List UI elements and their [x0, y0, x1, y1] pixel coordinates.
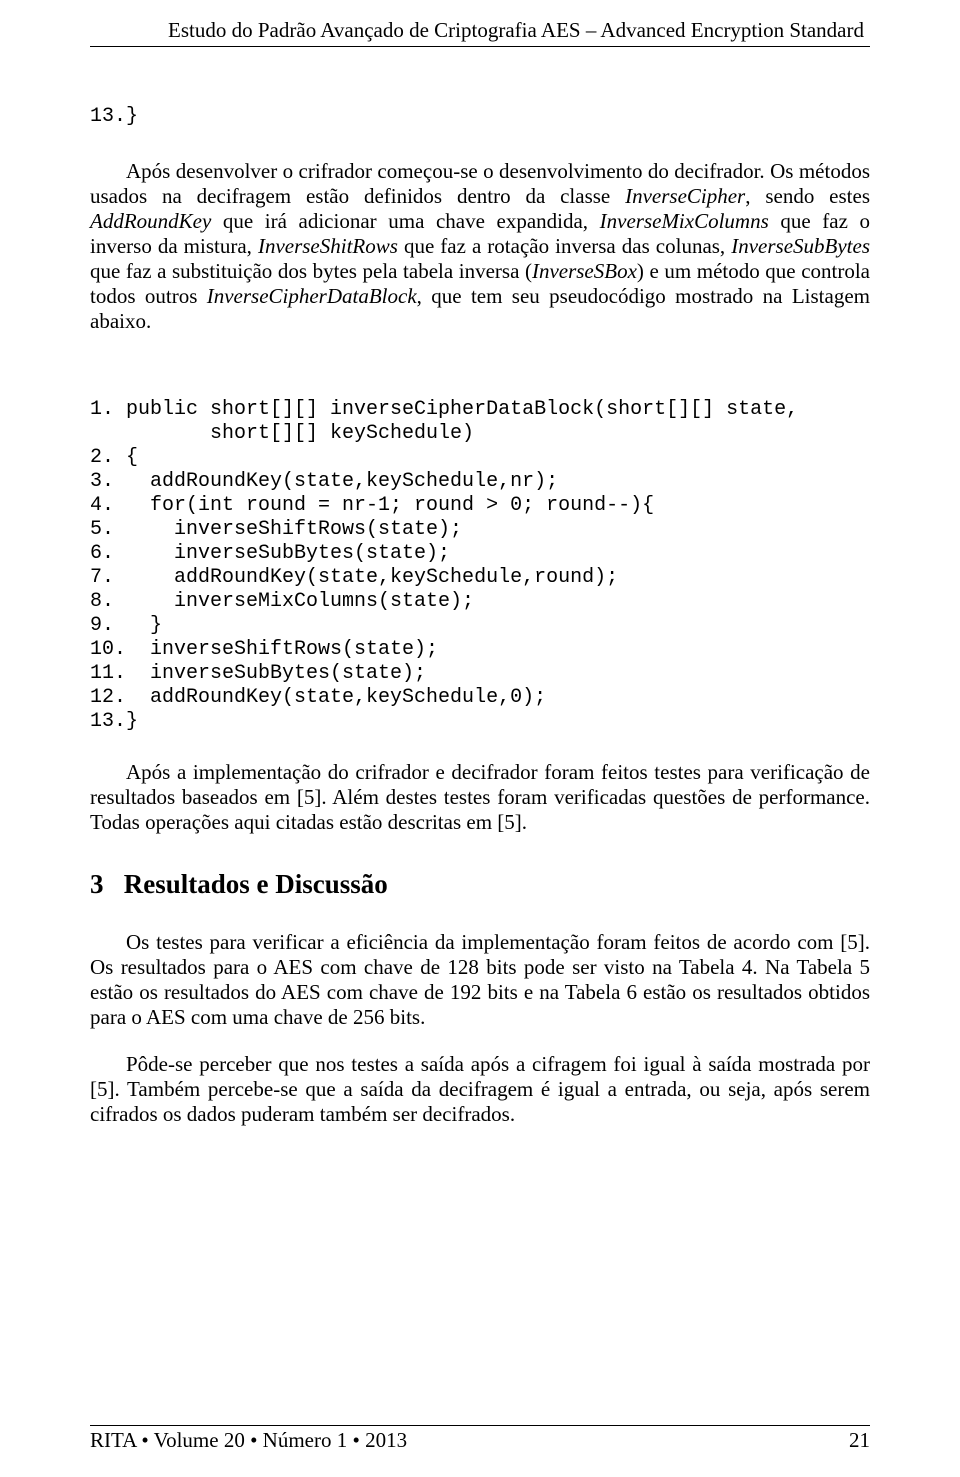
code-line: 5. inverseShiftRows(state);	[90, 518, 870, 542]
code-line: 3. addRoundKey(state,keySchedule,nr);	[90, 470, 870, 494]
code-line: 13.}	[90, 710, 870, 734]
code-line: 11. inverseSubBytes(state);	[90, 662, 870, 686]
code-line: 1. public short[][] inverseCipherDataBlo…	[90, 398, 870, 422]
code-line: 7. addRoundKey(state,keySchedule,round);	[90, 566, 870, 590]
footer-page-number: 21	[849, 1428, 870, 1453]
paragraph-1: Após desenvolver o crifrador começou-se …	[90, 159, 870, 334]
code-line: 8. inverseMixColumns(state);	[90, 590, 870, 614]
paragraph-4: Pôde-se perceber que nos testes a saída …	[90, 1052, 870, 1127]
code-line: 10. inverseShiftRows(state);	[90, 638, 870, 662]
paragraph-2: Após a implementação do crifrador e deci…	[90, 760, 870, 835]
code-line: short[][] keySchedule)	[90, 422, 870, 446]
code-line: 2. {	[90, 446, 870, 470]
code-line: 6. inverseSubBytes(state);	[90, 542, 870, 566]
running-header: Estudo do Padrão Avançado de Criptografi…	[90, 18, 870, 47]
page: Estudo do Padrão Avançado de Criptografi…	[0, 0, 960, 1477]
section-title: Resultados e Discussão	[124, 869, 388, 899]
code-fragment-prev: 13.}	[90, 105, 870, 129]
page-footer: RITA • Volume 20 • Número 1 • 2013 21	[90, 1425, 870, 1453]
code-line: 12. addRoundKey(state,keySchedule,0);	[90, 686, 870, 710]
section-number: 3	[90, 869, 104, 899]
paragraph-3: Os testes para verificar a eficiência da…	[90, 930, 870, 1030]
code-line: 4. for(int round = nr-1; round > 0; roun…	[90, 494, 870, 518]
code-listing: 1. public short[][] inverseCipherDataBlo…	[90, 398, 870, 734]
section-heading: 3 Resultados e Discussão	[90, 869, 870, 900]
code-line: 9. }	[90, 614, 870, 638]
footer-left: RITA • Volume 20 • Número 1 • 2013	[90, 1428, 407, 1453]
